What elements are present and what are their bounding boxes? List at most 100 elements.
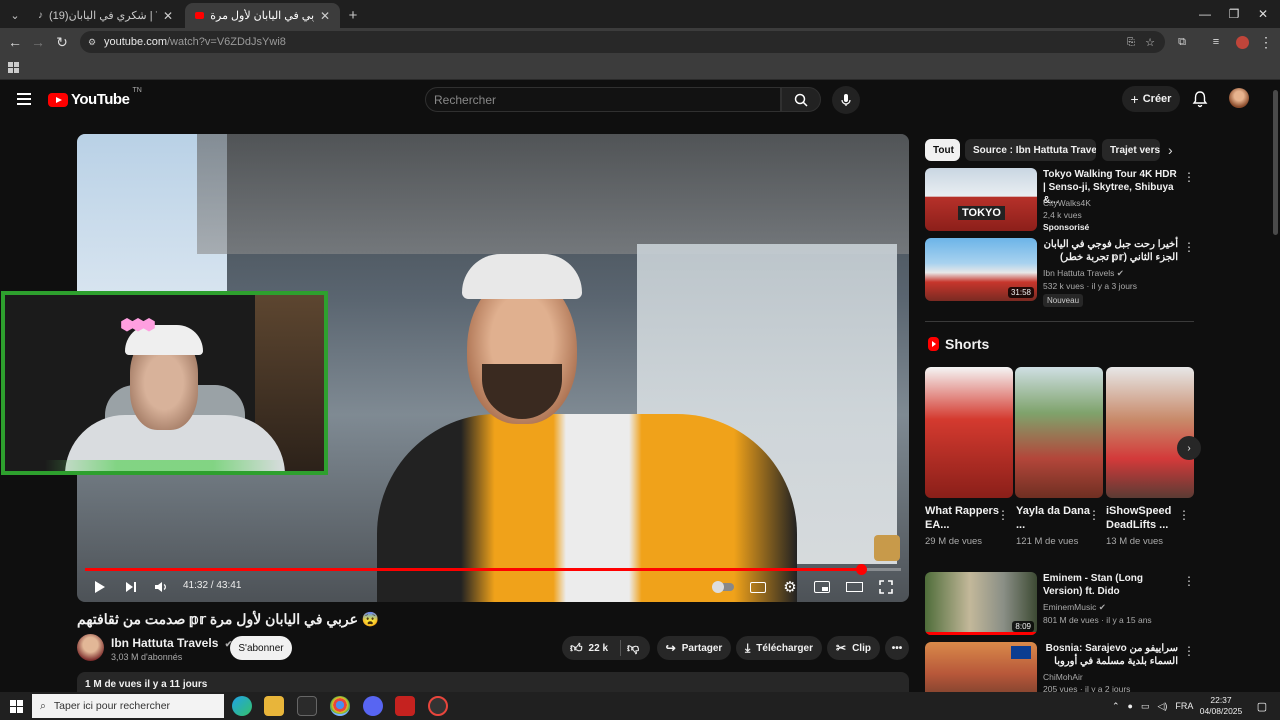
audio-waveform bbox=[45, 460, 285, 471]
network-icon[interactable]: ▭ bbox=[1141, 701, 1150, 712]
short-title[interactable]: iShowSpeed DeadLifts ... bbox=[1106, 504, 1181, 532]
mute-button[interactable] bbox=[151, 577, 171, 597]
back-button[interactable]: ← bbox=[5, 32, 25, 52]
short-title[interactable]: Yayla da Dana ... bbox=[1016, 504, 1091, 532]
video-thumbnail[interactable] bbox=[925, 642, 1037, 692]
more-actions-button[interactable]: ••• bbox=[885, 636, 909, 660]
theater-mode-button[interactable] bbox=[844, 577, 864, 597]
short-thumbnail[interactable] bbox=[1106, 367, 1194, 498]
tab-list-button[interactable]: ⌄ bbox=[4, 3, 26, 28]
apps-grid-icon[interactable] bbox=[8, 62, 19, 73]
channel-avatar[interactable] bbox=[77, 634, 104, 661]
recommendation-item[interactable]: 8:09 Eminem - Stan (Long Version) ft. Di… bbox=[925, 572, 1195, 636]
create-button[interactable]: + Créer bbox=[1122, 86, 1180, 112]
reload-button[interactable]: ↻ bbox=[52, 32, 72, 52]
play-button[interactable] bbox=[90, 577, 110, 597]
short-thumbnail[interactable] bbox=[925, 367, 1013, 498]
more-vert-icon[interactable]: ⋮ bbox=[1183, 240, 1195, 254]
file-explorer-icon[interactable] bbox=[264, 696, 284, 716]
menu-icon[interactable] bbox=[17, 93, 31, 105]
settings-button[interactable]: ⚙ bbox=[780, 577, 800, 597]
recommendation-channel[interactable]: CityWalks4K bbox=[1043, 198, 1091, 208]
close-tab-icon[interactable]: ✕ bbox=[320, 9, 330, 23]
channel-watermark[interactable] bbox=[874, 535, 900, 561]
more-vert-icon[interactable]: ⋮ bbox=[1183, 644, 1195, 658]
share-button[interactable]: ↪ Partager bbox=[657, 636, 731, 660]
app-icon[interactable] bbox=[395, 696, 415, 716]
close-tab-icon[interactable]: ✕ bbox=[163, 9, 173, 23]
more-vert-icon[interactable]: ⋮ bbox=[1178, 508, 1190, 522]
recommendation-item[interactable]: TOKYO Tokyo Walking Tour 4K HDR | Senso-… bbox=[925, 168, 1195, 234]
chip-source[interactable]: Source : Ibn Hattuta Travels bbox=[965, 139, 1096, 161]
bookmark-star-icon[interactable]: ☆ bbox=[1145, 36, 1155, 49]
forward-button[interactable]: → bbox=[28, 32, 48, 52]
windows-start-icon[interactable] bbox=[6, 696, 26, 716]
recommendation-title[interactable]: Eminem - Stan (Long Version) ft. Dido bbox=[1043, 572, 1178, 598]
youtube-logo[interactable]: YouTube TN bbox=[48, 87, 142, 108]
video-thumbnail[interactable]: TOKYO bbox=[925, 168, 1037, 231]
more-vert-icon[interactable]: ⋮ bbox=[997, 508, 1009, 522]
clip-button[interactable]: ✂ Clip bbox=[827, 636, 880, 660]
recommendation-title[interactable]: أخيرا رحت جبل فوجي في اليابان (تجربة خطر… bbox=[1043, 238, 1178, 264]
recommendation-channel[interactable]: EminemMusic ✔ bbox=[1043, 602, 1106, 613]
discord-icon[interactable] bbox=[363, 696, 383, 716]
microphone-icon[interactable]: ● bbox=[1128, 701, 1133, 711]
page-scrollbar[interactable] bbox=[1271, 80, 1280, 692]
notification-center-icon[interactable]: ▢ bbox=[1252, 696, 1272, 716]
video-thumbnail[interactable]: 31:58 bbox=[925, 238, 1037, 301]
more-vert-icon[interactable]: ⋮ bbox=[1088, 508, 1100, 522]
chip-all[interactable]: Tout bbox=[925, 139, 960, 161]
more-vert-icon[interactable]: ⋮ bbox=[1183, 170, 1195, 184]
site-info-icon[interactable]: ⚙ bbox=[88, 37, 96, 48]
recommendation-item[interactable]: 31:58 أخيرا رحت جبل فوجي في اليابان (تجر… bbox=[925, 238, 1195, 308]
short-thumbnail[interactable] bbox=[1015, 367, 1103, 498]
next-button[interactable] bbox=[121, 577, 141, 597]
recommendation-item[interactable]: Bosnia: Sarajevo سراييفو من السماء بلدية… bbox=[925, 642, 1195, 692]
taskbar-clock[interactable]: 22:37 04/08/2025 bbox=[1196, 695, 1246, 717]
account-avatar[interactable] bbox=[1229, 88, 1249, 108]
short-title[interactable]: What Rappers EA... bbox=[925, 504, 1000, 532]
tab-youtube[interactable]: عربي في اليابان لأول مرة 𝕡𝕣 صد... ✕ bbox=[185, 3, 340, 28]
video-thumbnail[interactable]: 8:09 bbox=[925, 572, 1037, 635]
recommendation-title[interactable]: Bosnia: Sarajevo سراييفو من السماء بلدية… bbox=[1043, 642, 1178, 668]
autoplay-toggle[interactable] bbox=[712, 577, 736, 597]
profile-button[interactable] bbox=[1232, 32, 1252, 52]
subscribe-button[interactable]: S'abonner bbox=[230, 636, 292, 660]
dislike-button[interactable]: 👎︎ bbox=[627, 641, 639, 656]
shorts-next-button[interactable]: › bbox=[1177, 436, 1201, 460]
more-vert-icon[interactable]: ⋮ bbox=[1183, 574, 1195, 588]
close-window-button[interactable]: ✕ bbox=[1246, 0, 1280, 28]
chevron-up-icon[interactable]: ⌃ bbox=[1112, 701, 1120, 712]
chips-next-button[interactable]: › bbox=[1168, 142, 1184, 158]
like-button[interactable]: 👍︎ 22 k bbox=[570, 641, 608, 656]
media-controls-button[interactable]: ≡ bbox=[1206, 32, 1226, 52]
chrome-icon[interactable] bbox=[330, 696, 350, 716]
extensions-button[interactable]: ⧉ bbox=[1172, 32, 1192, 52]
notifications-button[interactable] bbox=[1190, 89, 1210, 109]
url-field[interactable]: ⚙ youtube.com/watch?v=V6ZDdJsYwi8 ⎘ ☆ bbox=[80, 31, 1165, 53]
tab-tiktok[interactable]: ♪ (19)شكري في اليابان | TikTok ✕ bbox=[28, 3, 183, 28]
chip-trajet[interactable]: Trajet vers bbox=[1102, 139, 1160, 161]
new-tab-button[interactable]: + bbox=[342, 3, 364, 28]
recommendation-channel[interactable]: Ibn Hattuta Travels ✔ bbox=[1043, 268, 1124, 279]
miniplayer-button[interactable] bbox=[812, 577, 832, 597]
browser-menu-button[interactable]: ⋮ bbox=[1256, 32, 1276, 52]
volume-icon[interactable]: ◁) bbox=[1158, 701, 1168, 712]
obs-icon[interactable] bbox=[428, 696, 448, 716]
voice-search-button[interactable] bbox=[832, 86, 860, 114]
install-app-icon[interactable]: ⎘ bbox=[1127, 37, 1135, 48]
download-button[interactable]: ⤓ Télécharger bbox=[736, 636, 822, 660]
edge-icon[interactable] bbox=[232, 696, 252, 716]
flag-icon bbox=[1011, 646, 1031, 659]
scrollbar-thumb[interactable] bbox=[1273, 90, 1278, 235]
search-input[interactable]: Rechercher bbox=[425, 87, 781, 112]
store-icon[interactable] bbox=[297, 696, 317, 716]
recommendation-channel[interactable]: ChiMohAir bbox=[1043, 672, 1083, 682]
fullscreen-button[interactable] bbox=[876, 577, 896, 597]
channel-name[interactable]: Ibn Hattuta Travels ✔ bbox=[111, 636, 232, 650]
language-indicator[interactable]: FRA bbox=[1175, 701, 1193, 711]
subtitles-button[interactable] bbox=[748, 577, 768, 597]
progress-bar[interactable] bbox=[85, 564, 901, 575]
search-button[interactable] bbox=[781, 87, 821, 112]
taskbar-search-input[interactable]: ⌕ Taper ici pour rechercher bbox=[32, 694, 224, 718]
